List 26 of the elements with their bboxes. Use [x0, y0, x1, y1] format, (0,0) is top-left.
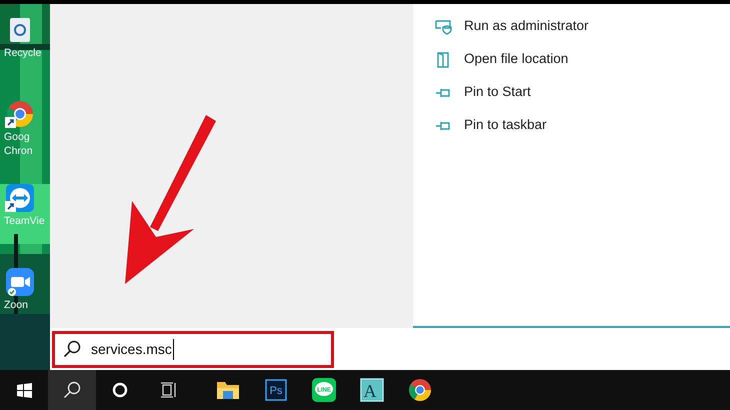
teamviewer-icon[interactable] [4, 182, 36, 214]
task-view-icon [160, 381, 176, 399]
search-field[interactable]: services.msc [52, 330, 334, 368]
menu-item[interactable]: Pin to Start [435, 76, 730, 109]
chrome-icon[interactable] [4, 98, 36, 130]
taskbar-button[interactable] [48, 370, 96, 410]
chrome-icon [408, 378, 432, 402]
icon-label: Goog [4, 130, 30, 144]
search-icon [63, 340, 81, 358]
taskbar-button[interactable]: Ps [252, 370, 300, 410]
video-camera-icon[interactable] [4, 266, 36, 298]
windows-start-icon [16, 382, 32, 398]
icon-label: Chron [4, 144, 33, 158]
shield-window-icon [435, 18, 452, 34]
app-letters: Ps [270, 385, 282, 397]
app-letters: A [364, 381, 376, 401]
icon-label: Zoon [4, 298, 28, 312]
icon-label: TeamVie [4, 214, 45, 228]
menu-item[interactable]: Pin to taskbar [435, 109, 730, 142]
menu-item[interactable]: Run as administrator [435, 10, 730, 43]
folder-icon [216, 379, 240, 401]
menu-item[interactable]: Open file location [435, 43, 730, 76]
search-icon [63, 381, 81, 399]
circle-icon [112, 382, 128, 398]
taskbar-button[interactable]: A [348, 370, 396, 410]
icon-label: Recycle [4, 46, 42, 60]
